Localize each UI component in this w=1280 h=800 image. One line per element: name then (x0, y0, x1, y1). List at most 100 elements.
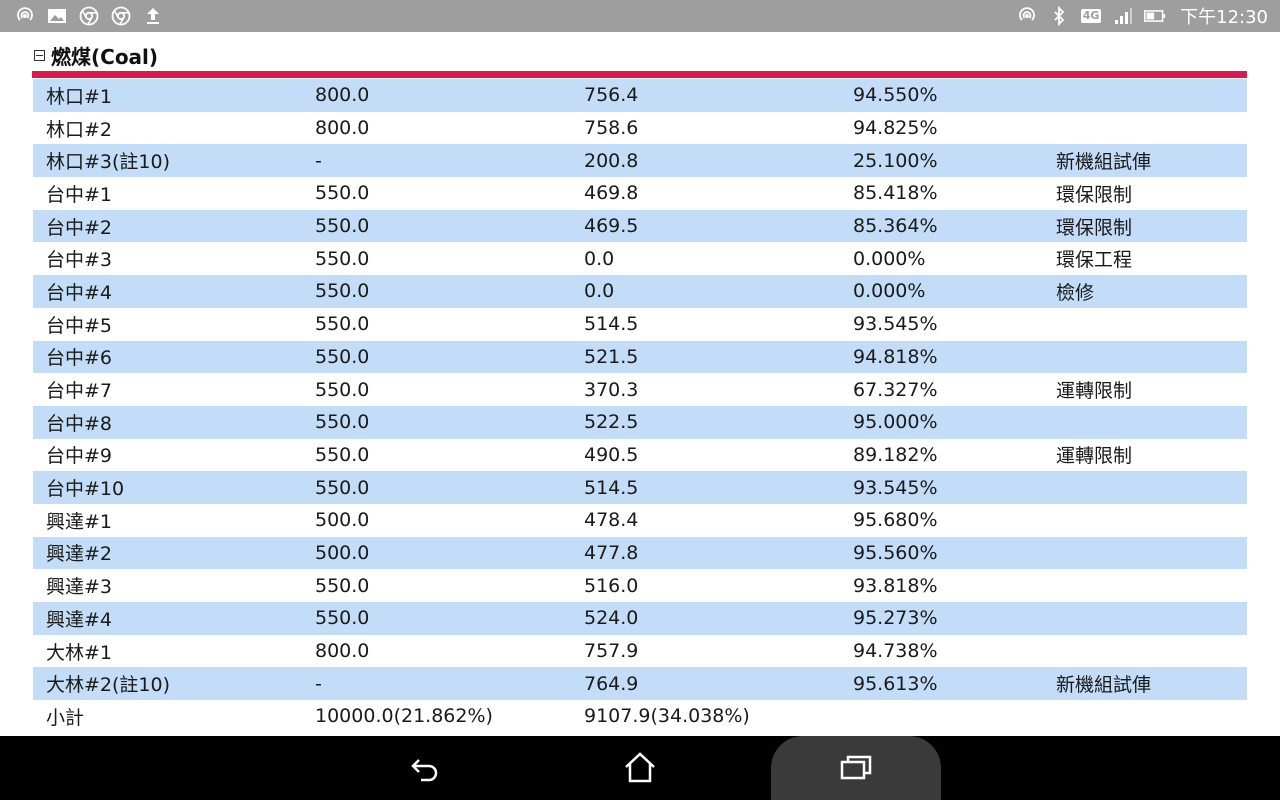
table-row: 台中#1 550.0 469.8 85.418% 環保限制 (33, 177, 1247, 210)
capacity-cell: 500.0 (315, 541, 370, 564)
table-row: 興達#1 500.0 478.4 95.680% (33, 504, 1247, 537)
note-cell: 檢修 (1056, 281, 1095, 304)
unit-cell: 小計 (46, 706, 85, 729)
table-row: 大林#1 800.0 757.9 94.738% (33, 635, 1247, 668)
status-bar-left (14, 5, 164, 27)
output-cell: 522.5 (584, 411, 639, 434)
capacity-cell: 800.0 (315, 117, 370, 140)
unit-cell: 興達#3 (46, 576, 113, 599)
ratio-cell: 95.000% (853, 411, 938, 434)
ratio-cell: 67.327% (853, 378, 938, 401)
table-row: 台中#4 550.0 0.0 0.000% 檢修 (33, 275, 1247, 308)
table-row: 台中#8 550.0 522.5 95.000% (33, 405, 1247, 439)
output-cell: 514.5 (584, 476, 639, 499)
capacity-cell: 550.0 (315, 313, 370, 336)
ratio-cell: 94.738% (853, 640, 938, 663)
ratio-cell: 95.560% (853, 541, 938, 564)
output-cell: 757.9 (584, 640, 639, 663)
hotspot-icon (1016, 5, 1038, 27)
unit-cell: 林口#2 (46, 118, 113, 141)
table-row: 林口#3(註10) - 200.8 25.100% 新機組試俥 (33, 144, 1247, 178)
recent-apps-button[interactable] (771, 736, 941, 800)
unit-cell: 台中#7 (46, 380, 113, 403)
bluetooth-icon (1048, 5, 1070, 27)
ratio-cell: 25.100% (853, 149, 938, 172)
home-button[interactable] (610, 736, 670, 800)
capacity-cell: 550.0 (315, 607, 370, 630)
table-row: 興達#3 550.0 516.0 93.818% (33, 569, 1247, 602)
back-button[interactable] (395, 736, 455, 800)
generation-table: 林口#1 800.0 756.4 94.550% 林口#2 800.0 758.6 94.82… (33, 79, 1247, 733)
capacity-cell: 550.0 (315, 345, 370, 368)
capacity-cell: 550.0 (315, 443, 370, 466)
upload-icon (142, 5, 164, 27)
output-cell: 758.6 (584, 117, 639, 140)
output-cell: 370.3 (584, 378, 639, 401)
unit-cell: 林口#3(註10) (46, 151, 171, 174)
main-content: 燃煤(Coal) 林口#1 800.0 756.4 94.550% 林口#2 800.0 7… (0, 32, 1280, 736)
status-bar-right: 4G 下午12:30 (1016, 3, 1268, 29)
capacity-cell: - (315, 149, 322, 172)
output-cell: 469.8 (584, 182, 639, 205)
table-row: 台中#9 550.0 490.5 89.182% 運轉限制 (33, 439, 1247, 472)
output-cell: 514.5 (584, 313, 639, 336)
chrome-icon (110, 5, 132, 27)
note-cell: 新機組試俥 (1056, 674, 1152, 697)
home-icon (625, 752, 655, 783)
ratio-cell: 93.818% (853, 574, 938, 597)
unit-cell: 大林#1 (46, 641, 113, 664)
output-cell: 764.9 (584, 672, 639, 695)
collapse-icon[interactable] (34, 50, 45, 61)
section-divider (32, 71, 1247, 78)
image-icon (46, 5, 68, 27)
capacity-cell: 550.0 (315, 182, 370, 205)
table-row: 台中#10 550.0 514.5 93.545% (33, 471, 1247, 504)
section-header: 燃煤(Coal) (34, 41, 158, 70)
capacity-cell: 550.0 (315, 574, 370, 597)
ratio-cell: 94.825% (853, 117, 938, 140)
clock: 下午12:30 (1180, 7, 1268, 28)
table-row: 台中#2 550.0 469.5 85.364% 環保限制 (33, 209, 1247, 243)
ratio-cell: 94.550% (853, 84, 938, 107)
battery-icon (1144, 5, 1166, 27)
ratio-cell: 85.364% (853, 215, 938, 238)
network-label: 4G (1080, 9, 1102, 23)
chrome-icon (78, 5, 100, 27)
note-cell: 環保限制 (1056, 183, 1133, 206)
navigation-bar (0, 736, 1280, 800)
unit-cell: 台中#10 (46, 478, 125, 501)
table-row: 台中#5 550.0 514.5 93.545% (33, 308, 1247, 341)
unit-cell: 台中#8 (46, 412, 113, 435)
unit-cell: 台中#1 (46, 183, 113, 206)
capacity-cell: 550.0 (315, 378, 370, 401)
unit-cell: 台中#6 (46, 347, 113, 370)
unit-cell: 興達#4 (46, 608, 113, 631)
capacity-cell: 800.0 (315, 84, 370, 107)
table-row: 台中#3 550.0 0.0 0.000% 環保工程 (33, 242, 1247, 275)
ratio-cell: 95.680% (853, 509, 938, 532)
output-cell: 200.8 (584, 149, 639, 172)
unit-cell: 台中#2 (46, 216, 113, 239)
ratio-cell: 94.818% (853, 345, 938, 368)
output-cell: 478.4 (584, 509, 639, 532)
output-cell: 0.0 (584, 247, 615, 270)
capacity-cell: 550.0 (315, 411, 370, 434)
ratio-cell: 85.418% (853, 182, 938, 205)
note-cell: 環保限制 (1056, 216, 1133, 239)
output-cell: 477.8 (584, 541, 639, 564)
unit-cell: 台中#5 (46, 314, 113, 337)
capacity-cell: 550.0 (315, 280, 370, 303)
recent-apps-icon (840, 755, 872, 780)
capacity-cell: 500.0 (315, 509, 370, 532)
output-cell: 516.0 (584, 574, 639, 597)
unit-cell: 興達#1 (46, 510, 113, 533)
output-cell: 756.4 (584, 84, 639, 107)
ratio-cell: 93.545% (853, 476, 938, 499)
output-cell: 521.5 (584, 345, 639, 368)
table-row: 興達#2 500.0 477.8 95.560% (33, 536, 1247, 570)
capacity-cell: 550.0 (315, 476, 370, 499)
table-row: 林口#2 800.0 758.6 94.825% (33, 112, 1247, 145)
ratio-cell: 0.000% (853, 247, 926, 270)
section-title: 燃煤(Coal) (51, 45, 159, 69)
ratio-cell: 0.000% (853, 280, 926, 303)
